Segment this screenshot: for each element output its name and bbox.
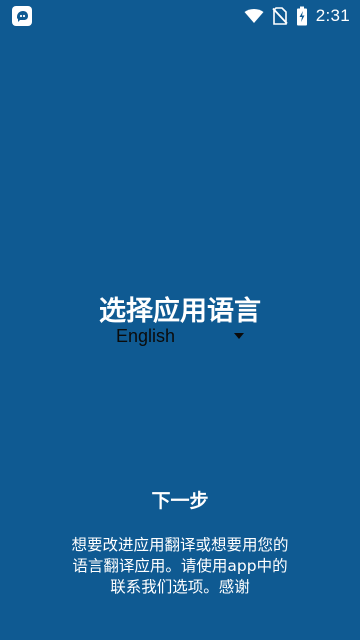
- status-icons: 2:31: [244, 0, 350, 32]
- language-selection-screen: 2:31 选择应用语言 English 下一步 想要改进应用翻译或想要用您的 语…: [0, 0, 360, 640]
- dropdown-arrow-icon: [234, 333, 244, 339]
- description-line: 联系我们选项。感谢: [110, 578, 250, 596]
- next-button[interactable]: 下一步: [130, 484, 230, 518]
- description-line: 语言翻译应用。请使用app中的: [72, 557, 288, 575]
- description-line: 想要改进应用翻译或想要用您的: [71, 536, 289, 554]
- status-time: 2:31: [315, 6, 350, 25]
- app-notification-icon: [12, 6, 32, 26]
- status-bar: 2:31: [0, 0, 360, 32]
- translation-help-text: 想要改进应用翻译或想要用您的 语言翻译应用。请使用app中的 联系我们选项。感谢: [36, 535, 324, 598]
- no-sim-icon: [272, 7, 288, 25]
- selected-language: English: [116, 326, 176, 346]
- wifi-icon: [244, 9, 264, 23]
- language-dropdown[interactable]: English: [114, 324, 252, 350]
- battery-charging-icon: [296, 6, 307, 26]
